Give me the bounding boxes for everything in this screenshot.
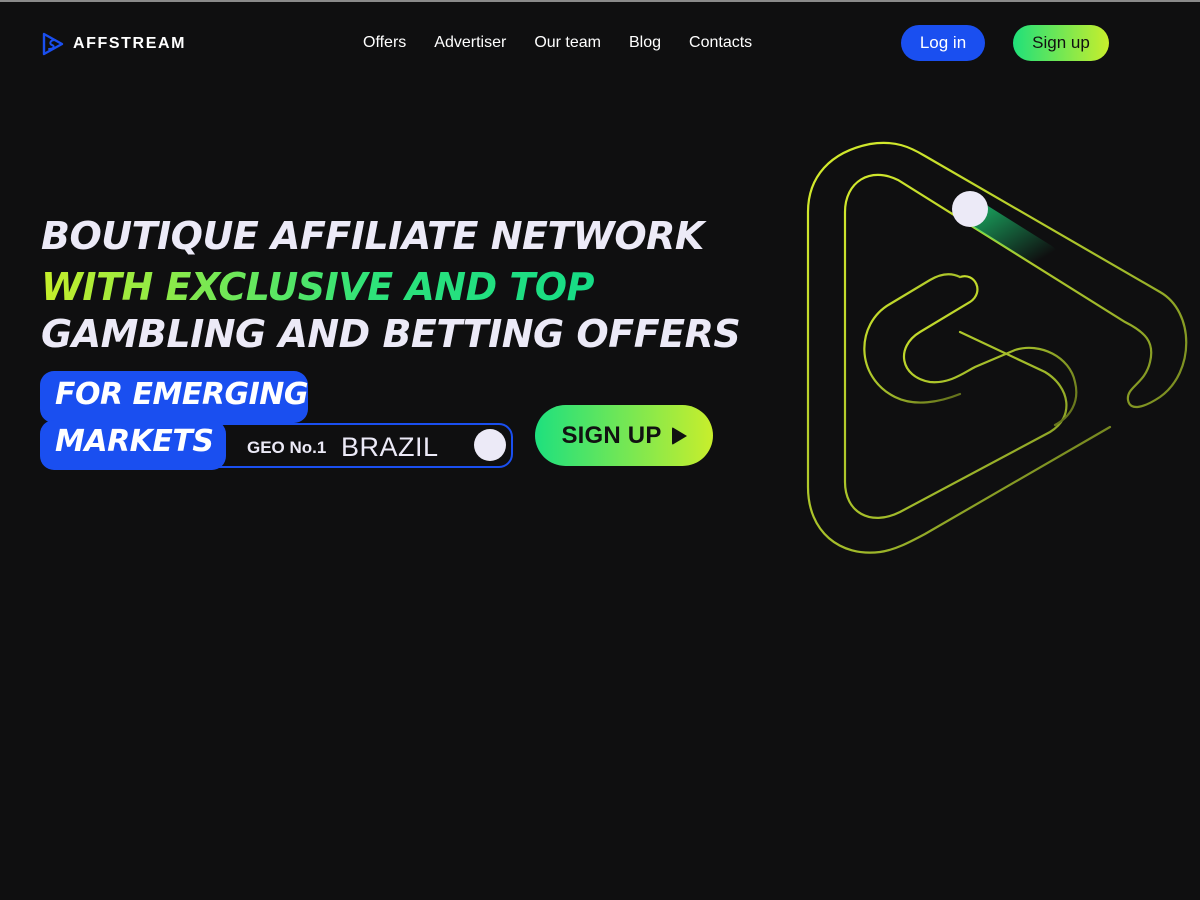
hero-headline-line-2: WITH EXCLUSIVE AND TOP	[41, 265, 594, 309]
landing-page: AFFSTREAM Offers Advertiser Our team Blo…	[0, 0, 1200, 900]
main-nav: Offers Advertiser Our team Blog Contacts	[363, 32, 780, 54]
hero-headline-line-3: GAMBLING AND BETTING OFFERS	[41, 312, 741, 356]
nav-blog[interactable]: Blog	[629, 32, 661, 54]
play-icon	[671, 427, 687, 445]
affstream-logo-icon	[42, 32, 64, 56]
login-button[interactable]: Log in	[901, 25, 985, 61]
nav-contacts[interactable]: Contacts	[689, 32, 752, 54]
brand-name: AFFSTREAM	[73, 35, 187, 52]
emerging-pill-text: FOR EMERGING	[55, 377, 309, 412]
brand-logo[interactable]: AFFSTREAM	[41, 31, 186, 57]
nav-offers[interactable]: Offers	[363, 32, 406, 54]
nav-advertiser[interactable]: Advertiser	[434, 32, 506, 54]
markets-pill-text: MARKETS	[55, 424, 214, 459]
hero-signup-label: SIGN UP	[561, 421, 662, 449]
nav-our-team[interactable]: Our team	[534, 32, 601, 54]
hero-headline-line-1: BOUTIQUE AFFILIATE NETWORK	[41, 214, 704, 258]
geo-country: BRAZIL	[341, 432, 439, 462]
header-signup-button[interactable]: Sign up	[1013, 25, 1109, 61]
hero-logo-track-graphic	[806, 141, 1188, 554]
hero-signup-button[interactable]: SIGN UP	[535, 405, 713, 466]
geo-label: GEO No.1	[247, 438, 327, 457]
geo-toggle-knob[interactable]	[474, 429, 506, 461]
